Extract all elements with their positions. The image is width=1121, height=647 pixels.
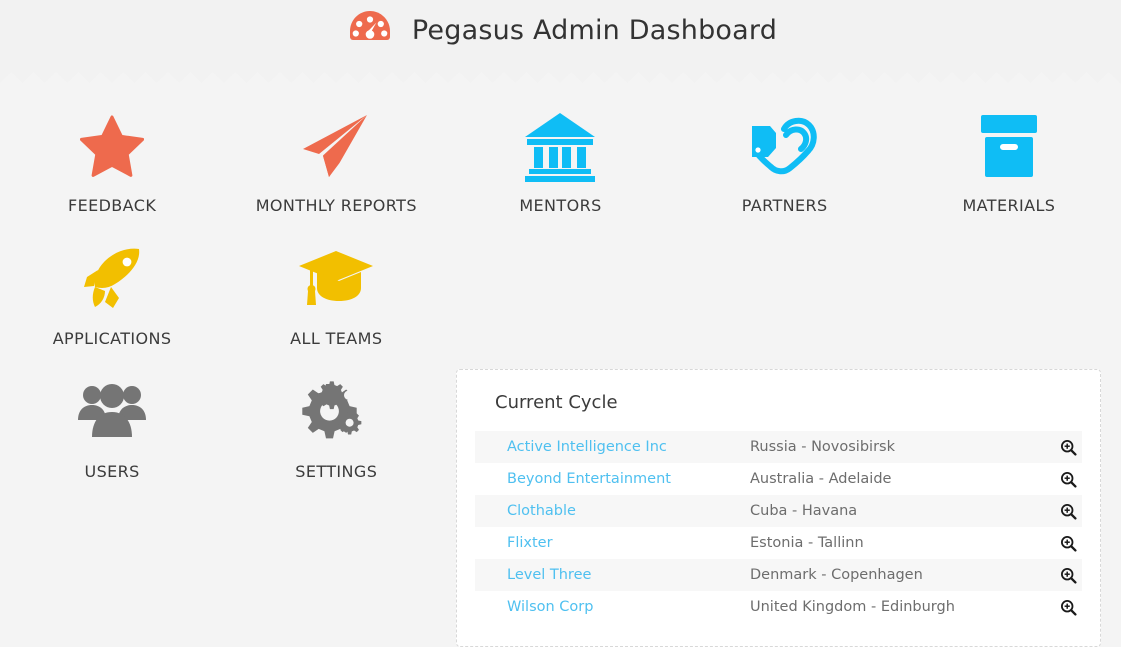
table-cell-location: Denmark - Copenhagen (750, 559, 1050, 591)
shortcut-label: SETTINGS (295, 462, 378, 481)
shortcut-empty-slot (448, 221, 672, 354)
table-cell-company: Flixter (475, 527, 750, 559)
table-cell-company: Wilson Corp (475, 591, 750, 623)
zoom-in-magnifier-icon[interactable] (1060, 503, 1077, 520)
app-header: Pegasus Admin Dashboard (0, 0, 1121, 60)
table-cell-action (1050, 463, 1082, 495)
company-link[interactable]: Level Three (507, 567, 591, 583)
shortcut-monthly-reports[interactable]: MONTHLY REPORTS (224, 88, 448, 221)
shortcut-all-teams[interactable]: ALL TEAMS (224, 221, 448, 354)
table-cell-company: Beyond Entertainment (475, 463, 750, 495)
panel-title: Current Cycle (495, 392, 618, 413)
zoom-in-magnifier-icon[interactable] (1060, 471, 1077, 488)
page-title: Pegasus Admin Dashboard (411, 14, 778, 46)
zoom-in-magnifier-icon[interactable] (1060, 439, 1077, 456)
shortcut-label: MONTHLY REPORTS (255, 196, 417, 215)
shortcut-label: PARTNERS (741, 196, 828, 215)
table-cell-action (1050, 431, 1082, 463)
table-row[interactable]: Clothable Cuba - Havana (475, 495, 1082, 527)
table-cell-company: Level Three (475, 559, 750, 591)
shortcut-label: ALL TEAMS (290, 329, 383, 348)
table-cell-company: Clothable (475, 495, 750, 527)
shortcut-mentors[interactable]: MENTORS (448, 88, 672, 221)
shortcut-label: FEEDBACK (67, 196, 157, 215)
paper-plane-icon (301, 108, 371, 184)
shortcut-partners[interactable]: PARTNERS (673, 88, 897, 221)
company-link[interactable]: Clothable (507, 503, 576, 519)
brand: Pegasus Admin Dashboard (344, 4, 777, 56)
table-row[interactable]: Wilson Corp United Kingdom - Edinburgh (475, 591, 1082, 623)
graduation-cap-icon (297, 241, 375, 317)
shortcut-materials[interactable]: MATERIALS (897, 88, 1121, 221)
table-row[interactable]: Active Intelligence Inc Russia - Novosib… (475, 431, 1082, 463)
company-link[interactable]: Beyond Entertainment (507, 471, 671, 487)
shortcut-applications[interactable]: APPLICATIONS (0, 221, 224, 354)
shortcut-label: MENTORS (519, 196, 602, 215)
table-cell-location: United Kingdom - Edinburgh (750, 599, 955, 615)
current-cycle-panel: Current Cycle Active Intelligence Inc Ru… (456, 369, 1101, 647)
table-cell-location: Australia - Adelaide (750, 471, 892, 487)
speedometer-gauge-icon (344, 4, 396, 56)
zigzag-divider (0, 60, 1121, 88)
table-cell-location: Estonia - Tallinn (750, 535, 864, 551)
shortcut-settings[interactable]: SETTINGS (224, 354, 448, 487)
shortcut-label: MATERIALS (962, 196, 1056, 215)
company-link[interactable]: Flixter (507, 535, 553, 551)
gears-icon (300, 374, 372, 450)
table-cell-action (1050, 559, 1082, 591)
handshake-icon (746, 108, 824, 184)
shortcut-label: USERS (84, 462, 140, 481)
company-link[interactable]: Wilson Corp (507, 599, 593, 615)
table-cell-company: Active Intelligence Inc (475, 431, 750, 463)
table-cell-action (1050, 527, 1082, 559)
shortcut-empty-slot (673, 221, 897, 354)
users-group-icon (77, 374, 147, 450)
zoom-in-magnifier-icon[interactable] (1060, 535, 1077, 552)
table-cell-action (1050, 591, 1082, 623)
zoom-in-magnifier-icon[interactable] (1060, 567, 1077, 584)
shortcut-users[interactable]: USERS (0, 354, 224, 487)
shortcut-feedback[interactable]: FEEDBACK (0, 88, 224, 221)
zoom-in-magnifier-icon[interactable] (1060, 599, 1077, 616)
table-cell-location: Cuba - Havana (750, 495, 1050, 527)
rocket-icon (79, 241, 145, 317)
table-row[interactable]: Level Three Denmark - Copenhagen (475, 559, 1082, 591)
table-row[interactable]: Flixter Estonia - Tallinn (475, 527, 1082, 559)
table-cell-location: Russia - Novosibirsk (750, 431, 1050, 463)
star-icon (80, 108, 145, 184)
main-content: FEEDBACK MONTHLY REPORTS MENTORS PARTNER… (0, 88, 1121, 647)
shortcut-label: APPLICATIONS (52, 329, 172, 348)
table-row[interactable]: Beyond Entertainment Australia - Adelaid… (475, 463, 1082, 495)
table-cell-action (1050, 495, 1082, 527)
archive-box-icon (975, 108, 1043, 184)
company-link[interactable]: Active Intelligence Inc (507, 439, 667, 455)
current-cycle-table: Active Intelligence Inc Russia - Novosib… (475, 431, 1082, 623)
shortcut-empty-slot (897, 221, 1121, 354)
bank-building-icon (523, 108, 597, 184)
